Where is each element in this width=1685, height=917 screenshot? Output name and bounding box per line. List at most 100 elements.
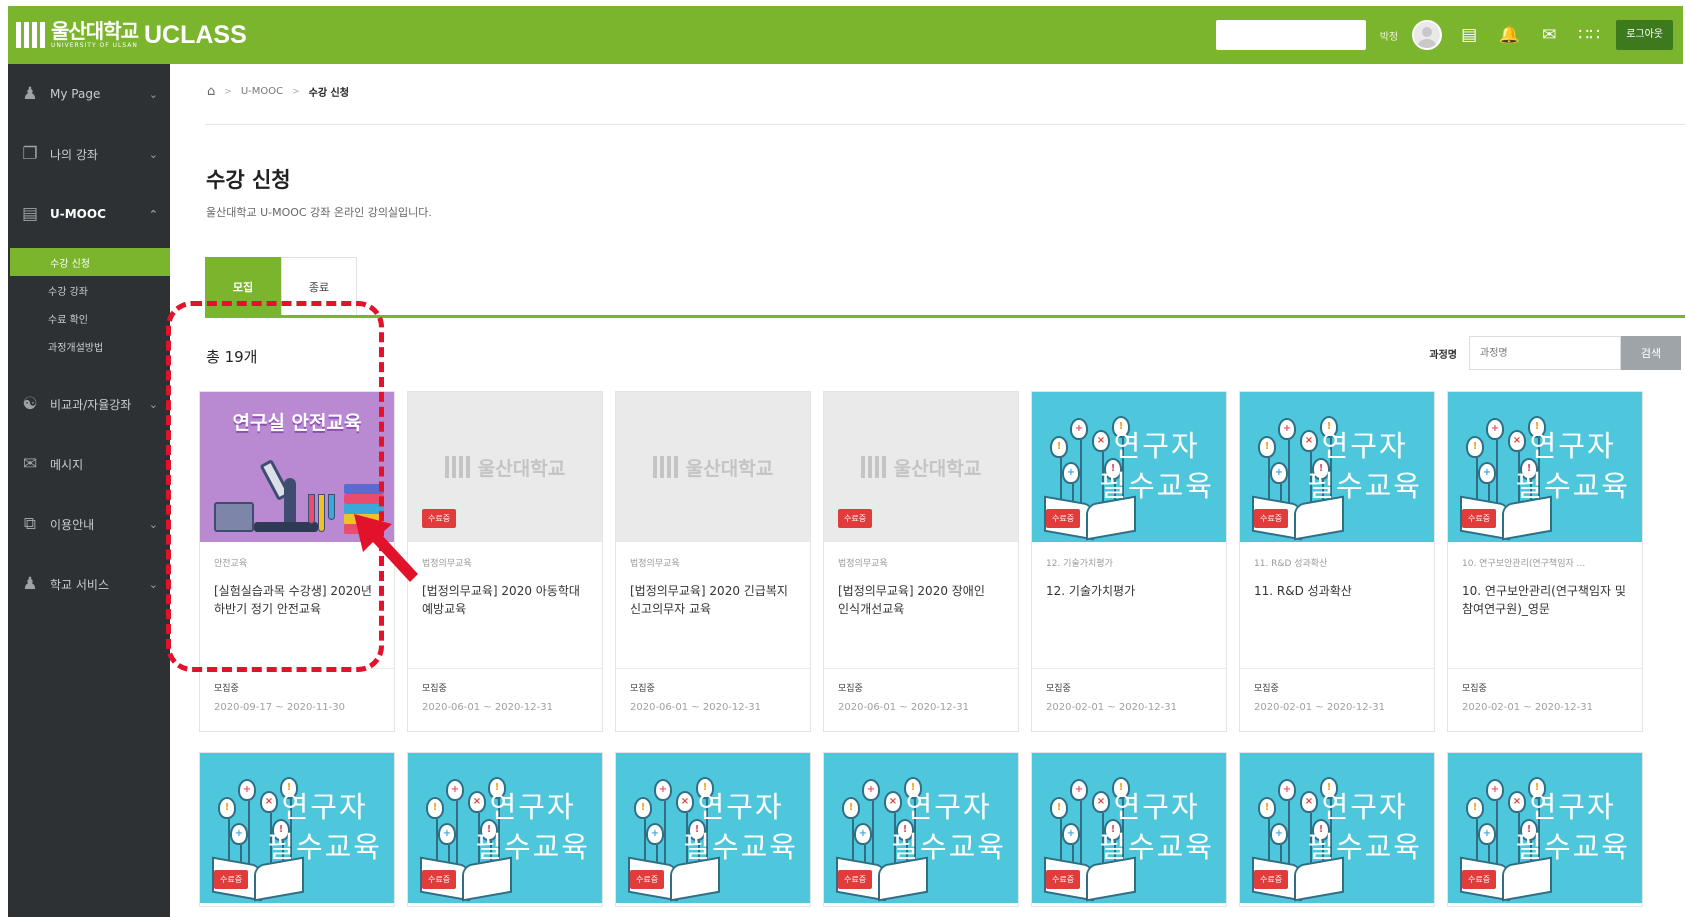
mail-icon[interactable]: ✉ [1536,25,1562,45]
tab-recruiting[interactable]: 모집 [205,257,281,315]
sidebar-item-u-mooc[interactable]: ▤ U-MOOC ⌃ [8,184,170,244]
certificate-badge: 수료증 [1254,509,1289,528]
tab-underline [205,315,1685,318]
course-period: 2020-06-01 ~ 2020-12-31 [838,702,969,713]
chevron-down-icon: ⌄ [148,87,158,101]
thumbnail-title-line: 필수교육 [1099,469,1214,503]
apps-grid-icon[interactable]: ∷∷ [1576,25,1602,45]
course-card[interactable]: ! + ×! +! 연구자 필수교육 수료증 [407,752,603,907]
submenu-item-completion-check[interactable]: 수료 확인 [8,304,170,332]
submenu-item-course-opening[interactable]: 과정개설방법 [8,332,170,360]
university-logo[interactable]: 울산대학교 UNIVERSITY OF ULSAN UCLASS [16,21,247,50]
search-button[interactable]: 검색 [1621,336,1681,370]
sidebar-item-label: 나의 강좌 [50,147,98,162]
calculator-icon[interactable]: ▤ [1456,25,1482,45]
certificate-badge: 수료증 [1046,870,1081,889]
idea-bulb-icon: + [1278,418,1296,440]
sidebar-item-message[interactable]: ✉ 메시지 [8,434,170,494]
university-logo-placeholder: 울산대학교 [444,454,566,481]
course-status: 모집중 [1254,684,1279,694]
course-thumbnail[interactable]: ! + ×! +! 연구자 필수교육 수료증 [408,753,602,903]
course-card-footer: 모집중 2020-06-01 ~ 2020-12-31 [824,668,1018,713]
sidebar-item-my-page[interactable]: ♟ My Page ⌄ [8,64,170,124]
course-thumbnail[interactable]: ! + ×! +! 연구자 필수교육 수료증 [1240,753,1434,903]
course-category: 법정의무교육 [838,559,888,569]
course-card[interactable]: ! + ×! +! 연구자 필수교육 수료증 [199,752,395,907]
idea-bulb-icon: + [646,823,664,845]
course-category: 안전교육 [214,559,248,569]
course-thumbnail[interactable]: 울산대학교 수료증 [824,392,1018,542]
submenu-item-enroll[interactable]: 수강 신청 [10,248,170,276]
thumbnail-title-line: 연구자 [1113,790,1200,824]
thumbnail-title-line: 필수교육 [267,830,382,864]
course-title[interactable]: [법정의무교육] 2020 긴급복지 신고의무자 교육 [630,582,796,642]
thumbnail-title-line: 연구자 [1529,790,1616,824]
course-thumbnail[interactable]: ! + ×! +! 연구자 필수교육 수료증 [1448,753,1642,903]
course-status: 모집중 [1046,684,1071,694]
course-thumbnail[interactable]: ! + ×! +! 연구자 필수교육 수료증 [1240,392,1434,542]
breadcrumb-item-u-mooc[interactable]: U-MOOC [241,86,283,97]
course-card-footer: 모집중 2020-02-01 ~ 2020-12-31 [1240,668,1434,713]
university-logo-placeholder: 울산대학교 [860,454,981,481]
course-title[interactable]: [실험실습과목 수강생] 2020년 하반기 정기 안전교육 [214,582,380,642]
bell-icon[interactable]: 🔔 [1496,25,1522,45]
sidebar: ♟ My Page ⌄ ❐ 나의 강좌 ⌄ ▤ U-MOOC ⌃ 수강 신청 수… [8,64,170,917]
thumbnail-title-line: 필수교육 [1515,830,1630,864]
course-card[interactable]: ! + ×! +! 연구자 필수교육 수료증 11. R&D 성과확산 11. R&D 성과확산… [1239,391,1435,732]
course-title[interactable]: 10. 연구보안관리(연구책임자 및 참여연구원)_영문 [1462,582,1628,642]
guide-icon: ⧉ [23,514,37,534]
idea-bulb-icon: + [1070,418,1088,440]
tab-closed[interactable]: 종료 [281,257,357,315]
home-icon[interactable]: ⌂ [207,84,215,99]
breadcrumb-separator-icon: > [292,86,300,97]
page-description: 울산대학교 U-MOOC 강좌 온라인 강의실입니다. [206,206,432,219]
course-thumbnail[interactable]: 울산대학교 수료증 [408,392,602,542]
idea-bulb-icon: + [238,779,256,801]
course-category: 법정의무교육 [630,559,680,569]
idea-bulb-icon: ! [842,797,860,819]
course-card[interactable]: ! + ×! +! 연구자 필수교육 수료증 [1447,752,1643,907]
course-card[interactable]: 연구실 안전교육안전교육 [실험실습과목 수강생] 2020년 하반기 정기 안전… [199,391,395,732]
course-name-input[interactable] [1469,336,1621,370]
course-card[interactable]: ! + ×! +! 연구자 필수교육 수료증 [1239,752,1435,907]
submenu-item-enrolled-courses[interactable]: 수강 강좌 [8,276,170,304]
logout-button[interactable]: 로그아웃 [1616,20,1673,50]
top-search-input[interactable] [1215,20,1366,50]
sidebar-item-my-courses[interactable]: ❐ 나의 강좌 ⌄ [8,124,170,184]
course-card[interactable]: ! + ×! +! 연구자 필수교육 수료증 10. 연구보안관리(연구책임자 ... 10. … [1447,391,1643,732]
course-card[interactable]: 울산대학교 법정의무교육 [법정의무교육] 2020 긴급복지 신고의무자 교육 모집… [615,391,811,732]
mooc-icon: ▤ [21,204,39,224]
course-card[interactable]: ! + ×! +! 연구자 필수교육 수료증 [1031,752,1227,907]
course-thumbnail[interactable]: ! + ×! +! 연구자 필수교육 수료증 [1032,753,1226,903]
course-thumbnail[interactable]: ! + ×! +! 연구자 필수교육 수료증 [1448,392,1642,542]
sidebar-item-label: My Page [50,87,101,101]
idea-bulb-icon: ! [1466,797,1484,819]
course-card[interactable]: 울산대학교 수료증 법정의무교육 [법정의무교육] 2020 아동학대 예방교육 모집중… [407,391,603,732]
course-card[interactable]: 울산대학교 수료증법정의무교육 [법정의무교육] 2020 장애인 인식개선교육모집… [823,391,1019,732]
sidebar-item-extracurricular[interactable]: ☯ 비교과/자율강좌 ⌄ [8,374,170,434]
course-card[interactable]: ! + ×! +! 연구자 필수교육 수료증 [823,752,1019,907]
idea-bulb-icon: + [1478,462,1496,484]
sidebar-item-guide[interactable]: ⧉ 이용안내 ⌄ [8,494,170,554]
course-thumbnail[interactable]: ! + ×! +! 연구자 필수교육 수료증 [1032,392,1226,542]
course-thumbnail[interactable]: ! + ×! +! 연구자 필수교육 수료증 [824,753,1018,903]
course-thumbnail[interactable]: ! + ×! +! 연구자 필수교육 수료증 [200,753,394,903]
course-title[interactable]: [법정의무교육] 2020 아동학대 예방교육 [422,582,588,642]
thumbnail-title-line: 연구자 [489,790,576,824]
course-card[interactable]: ! + ×! +! 연구자 필수교육 수료증 12. 기술가치평가 12. 기술가치평가 모집중 2… [1031,391,1227,732]
course-title[interactable]: 12. 기술가치평가 [1046,582,1212,642]
avatar[interactable] [1412,20,1443,50]
course-thumbnail[interactable]: 연구실 안전교육 [200,392,394,542]
course-thumbnail[interactable]: ! + ×! +! 연구자 필수교육 수료증 [616,753,810,903]
app-root: 울산대학교 UNIVERSITY OF ULSAN UCLASS 박정 ▤ 🔔 … [0,0,1685,917]
idea-bulb-icon: + [654,779,672,801]
course-title[interactable]: [법정의무교육] 2020 장애인 인식개선교육 [838,582,1004,642]
sidebar-item-school-service[interactable]: ♟ 학교 서비스 ⌄ [8,554,170,614]
course-thumbnail[interactable]: 울산대학교 [616,392,810,542]
idea-bulb-icon: + [854,823,872,845]
logo-placeholder-text: 울산대학교 [477,457,566,480]
course-title[interactable]: 11. R&D 성과확산 [1254,582,1420,642]
idea-bulb-icon: ! [218,797,236,819]
idea-bulb-icon: ! [634,797,652,819]
course-card[interactable]: ! + ×! +! 연구자 필수교육 수료증 [615,752,811,907]
